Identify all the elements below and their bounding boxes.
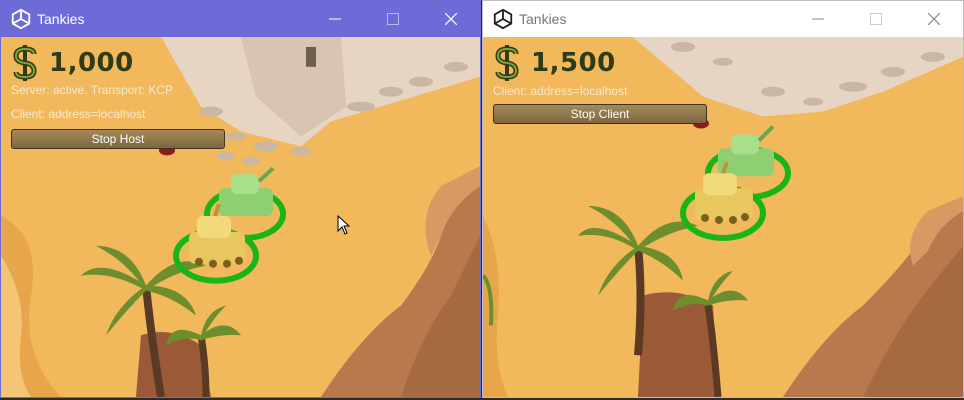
money-amount: 1,500 <box>531 48 616 78</box>
window-title: Tankies <box>519 11 567 27</box>
hud: 1,500 Client: address=localhost <box>493 43 627 98</box>
server-status: Server: active. Transport: KCP <box>11 83 174 97</box>
minimize-icon <box>329 18 341 20</box>
close-button[interactable] <box>422 1 480 37</box>
minimize-icon <box>812 18 824 20</box>
minimize-button[interactable] <box>789 1 847 37</box>
maximize-icon <box>870 13 882 25</box>
maximize-button[interactable] <box>364 1 422 37</box>
title-bar[interactable]: Tankies <box>483 1 963 37</box>
mouse-cursor-icon <box>337 215 351 235</box>
dollar-icon <box>13 45 37 81</box>
close-icon <box>928 13 940 25</box>
hud: 1,000 Server: active. Transport: KCP Cli… <box>11 43 173 121</box>
close-button[interactable] <box>905 1 963 37</box>
money-amount: 1,000 <box>49 48 134 78</box>
client-status: Client: address=localhost <box>11 107 146 121</box>
stop-host-button[interactable]: Stop Host <box>11 129 225 149</box>
window-title: Tankies <box>37 11 85 27</box>
money-display: 1,500 <box>493 43 627 83</box>
host-window: Tankies 1,000 Server: active. Transport:… <box>0 0 481 398</box>
dollar-icon <box>495 45 519 81</box>
maximize-icon <box>387 13 399 25</box>
close-icon <box>445 13 457 25</box>
client-window: Tankies 1,500 Client: address=localhost … <box>482 0 964 398</box>
title-bar[interactable]: Tankies <box>1 1 480 37</box>
minimize-button[interactable] <box>306 1 364 37</box>
unity-logo-icon <box>493 8 513 30</box>
maximize-button[interactable] <box>847 1 905 37</box>
client-status: Client: address=localhost <box>493 84 628 98</box>
unity-logo-icon <box>11 8 31 30</box>
stop-client-button[interactable]: Stop Client <box>493 104 707 124</box>
money-display: 1,000 <box>11 43 173 83</box>
